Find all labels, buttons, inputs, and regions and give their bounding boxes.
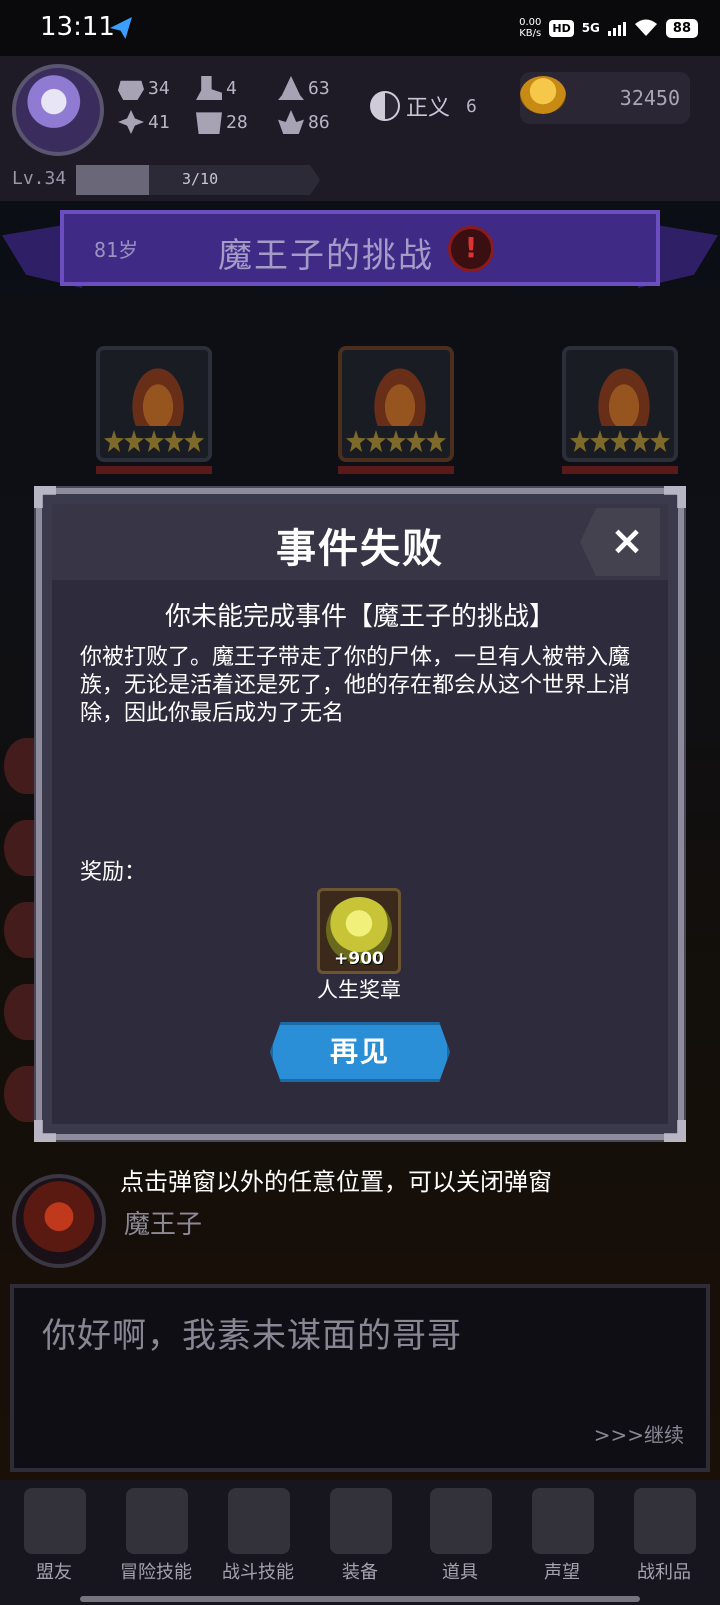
signal-icon <box>607 20 626 36</box>
goodbye-button[interactable]: 再见 <box>270 1022 450 1082</box>
hd-icon: HD <box>549 19 574 37</box>
swords-icon <box>330 1488 392 1554</box>
stat-defense: 28 <box>196 110 248 134</box>
home-indicator[interactable] <box>80 1596 640 1602</box>
flame-icon <box>370 362 430 426</box>
bag-icon <box>430 1488 492 1554</box>
armor-icon <box>196 112 222 134</box>
close-icon[interactable]: × <box>580 508 660 576</box>
stat-magic: 63 <box>278 76 330 100</box>
network-type: 5G <box>581 21 600 35</box>
event-banner: 81岁 魔王子的挑战 ! <box>60 210 660 286</box>
alignment: 正义 6 <box>370 90 477 122</box>
stat-luck: 41 <box>118 110 170 134</box>
coin-icon <box>520 76 566 114</box>
nav-allies[interactable]: 盟友 <box>6 1488 102 1598</box>
stat-spirit: 86 <box>278 110 330 134</box>
status-bar: 13:11 0.00 KB/s HD 5G 88 <box>0 0 720 56</box>
chest-icon <box>634 1488 696 1554</box>
battery-icon: 88 <box>665 18 698 38</box>
player-level: Lv.34 <box>12 168 67 189</box>
xp-bar-fill <box>76 165 150 195</box>
flame-icon <box>594 362 654 426</box>
dialog-header: 事件失败 × <box>52 504 668 580</box>
status-icons: 0.00 KB/s HD 5G 88 <box>519 14 698 42</box>
clock: 13:11 <box>40 12 115 42</box>
reward-name: 人生奖章 <box>317 978 401 1002</box>
nav-adventure-skills[interactable]: 冒险技能 <box>108 1488 204 1598</box>
reward-label: 奖励： <box>80 860 147 885</box>
scroll-icon <box>532 1488 594 1554</box>
dialogue-text: 你好啊，我素未谋面的哥哥 <box>42 1316 462 1356</box>
handshake-icon <box>24 1488 86 1554</box>
nav-equipment[interactable]: 装备 <box>312 1488 408 1598</box>
yin-yang-icon <box>370 91 400 121</box>
enemy-hp-bar <box>96 466 212 474</box>
player-avatar[interactable] <box>12 64 104 156</box>
nav-items[interactable]: 道具 <box>412 1488 508 1598</box>
wizard-hat-icon <box>278 76 304 100</box>
xp-bar: 3/10 <box>76 165 320 195</box>
dialog-subtitle: 你未能完成事件【魔王子的挑战】 <box>164 602 555 632</box>
stat-strength: 34 <box>118 76 170 100</box>
dialog-message: 你被打败了。魔王子带走了你的尸体，一旦有人被带入魔族，无论是活着还是死了，他的存… <box>80 645 631 726</box>
player-header: 34 4 63 41 28 86 正义 6 32450 Lv.34 3/10 <box>0 56 720 201</box>
book-icon <box>126 1488 188 1554</box>
speaker-name: 魔王子 <box>124 1210 203 1240</box>
reward-amount: +900 <box>334 949 384 969</box>
close-hint: 点击弹窗以外的任意位置，可以关闭弹窗 <box>120 1168 552 1196</box>
star-rating <box>346 430 446 452</box>
bottom-nav: 盟友 冒险技能 战斗技能 装备 道具 声望 战利品 <box>0 1480 720 1605</box>
nav-combat-skills[interactable]: 战斗技能 <box>210 1488 306 1598</box>
enemy-card[interactable] <box>562 346 678 462</box>
enemy-hp-bar <box>562 466 678 474</box>
flame-icon <box>128 362 188 426</box>
enemy-card[interactable] <box>338 346 454 462</box>
enemy-card[interactable] <box>96 346 212 462</box>
clover-icon <box>118 110 144 134</box>
dialog-title: 事件失败 <box>276 526 444 572</box>
coin-counter[interactable]: 32450 <box>520 72 690 124</box>
dialog-panel: 事件失败 × 你未能完成事件【魔王子的挑战】 你被打败了。魔王子带走了你的尸体，… <box>52 504 668 1124</box>
stat-agility: 4 <box>196 76 237 100</box>
lotus-icon <box>278 110 304 134</box>
event-title: 魔王子的挑战 <box>218 236 434 276</box>
enemy-hp-bar <box>338 466 454 474</box>
dialogue-box[interactable]: 你好啊，我素未谋面的哥哥 >>>继续 <box>10 1284 710 1472</box>
wifi-icon <box>634 19 657 36</box>
nav-loot[interactable]: 战利品 <box>616 1488 712 1598</box>
net-speed: 0.00 KB/s <box>519 17 542 39</box>
backpack-icon <box>228 1488 290 1554</box>
reward-item[interactable]: +900 <box>317 888 401 974</box>
event-failed-dialog: 事件失败 × 你未能完成事件【魔王子的挑战】 你被打败了。魔王子带走了你的尸体，… <box>34 486 684 1140</box>
continue-button[interactable]: >>>继续 <box>594 1419 684 1448</box>
age-label: 81岁 <box>94 238 139 262</box>
nav-reputation[interactable]: 声望 <box>514 1488 610 1598</box>
star-rating <box>104 430 204 452</box>
star-rating <box>570 430 670 452</box>
boot-icon <box>196 76 222 100</box>
alert-icon[interactable]: ! <box>448 226 494 272</box>
fist-icon <box>118 80 144 100</box>
